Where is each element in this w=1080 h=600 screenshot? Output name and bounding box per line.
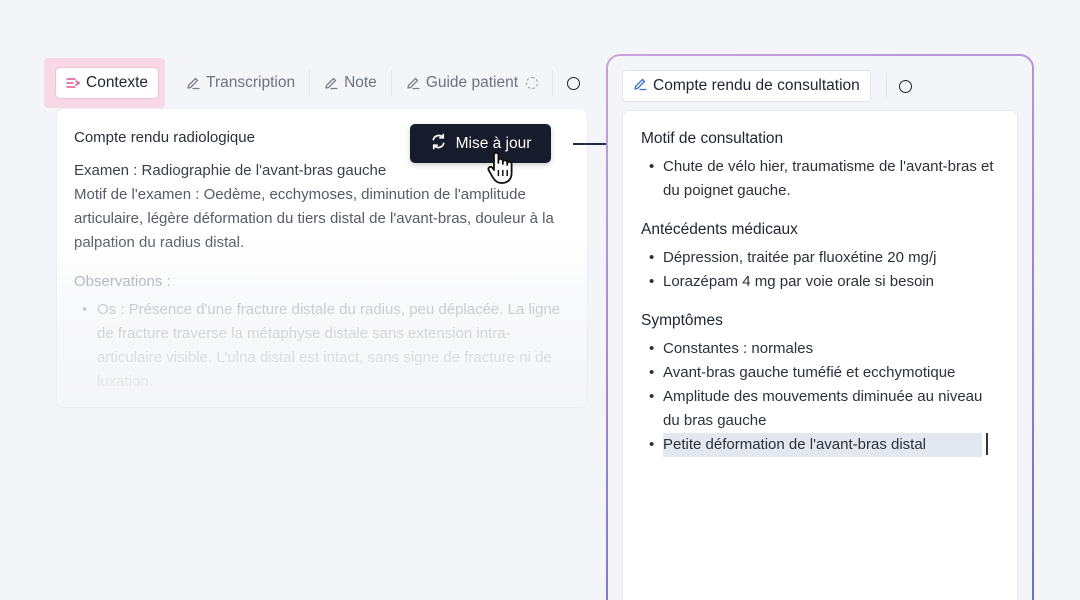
section-motif: Motif de consultation • Chute de vélo hie… xyxy=(641,130,1000,203)
tab-note[interactable]: Note xyxy=(310,68,391,98)
tab-divider xyxy=(886,73,887,99)
connector-line xyxy=(573,143,609,145)
tab-compte-rendu-consultation[interactable]: Compte rendu de consultation xyxy=(622,70,871,102)
text-caret xyxy=(986,433,988,455)
hand-cursor-icon xyxy=(487,151,513,184)
left-tab-bar: Contexte Transcription Note Guide patien… xyxy=(44,58,581,108)
tab-guide-patient[interactable]: Guide patient xyxy=(392,68,552,98)
observations-label: Observations : xyxy=(74,273,171,290)
list-item: • Amplitude des mouvements diminuée au ni… xyxy=(649,388,983,429)
list-item: • Avant-bras gauche tuméfié et ecchymotiq… xyxy=(649,364,956,381)
section-title: Symptômes xyxy=(641,312,723,329)
circle-icon[interactable] xyxy=(567,76,581,90)
loading-spinner-icon xyxy=(526,77,539,89)
pencil-icon xyxy=(186,76,200,90)
circle-icon[interactable] xyxy=(899,80,912,93)
tab-transcription-label: Transcription xyxy=(206,74,296,91)
tab-label: Compte rendu de consultation xyxy=(653,77,860,94)
tab-contexte-label: Contexte xyxy=(86,74,149,91)
list-item: • Constantes : normales xyxy=(649,340,814,357)
pencil-icon xyxy=(406,76,420,90)
list-item-selected: • Petite déformation de l'avant-bras dist… xyxy=(641,433,1000,457)
tab-transcription[interactable]: Transcription xyxy=(172,68,309,98)
tab-contexte[interactable]: Contexte xyxy=(56,68,159,98)
consultation-report-panel: Compte rendu de consultation Motif de co… xyxy=(606,54,1034,600)
context-icon xyxy=(66,76,81,90)
tab-note-label: Note xyxy=(344,74,377,91)
exam-motif: Motif de l'examen : Oedème, ecchymoses, … xyxy=(74,186,554,251)
section-title: Antécédents médicaux xyxy=(641,221,798,238)
tab-divider xyxy=(552,70,554,96)
consultation-report-card[interactable]: Motif de consultation • Chute de vélo hie… xyxy=(622,110,1018,600)
pencil-icon xyxy=(633,77,647,96)
section-antecedents: Antécédents médicaux • Dépression, traité… xyxy=(641,221,1000,294)
update-button[interactable]: Mise à jour xyxy=(410,124,551,163)
list-item: • Lorazépam 4 mg par voie orale si besoin xyxy=(649,273,934,290)
section-title: Motif de consultation xyxy=(641,130,784,147)
refresh-icon xyxy=(430,133,447,155)
section-symptomes: Symptômes • Constantes : normales • Avant-… xyxy=(641,312,1000,457)
tab-guide-patient-label: Guide patient xyxy=(425,74,519,91)
list-item: • Dépression, traitée par fluoxétine 20 m… xyxy=(649,249,937,266)
pencil-icon xyxy=(324,76,338,90)
list-item: • Os : Présence d'une fracture distale d… xyxy=(82,301,561,390)
list-item: • Chute de vélo hier, traumatisme de l'av… xyxy=(649,158,994,199)
